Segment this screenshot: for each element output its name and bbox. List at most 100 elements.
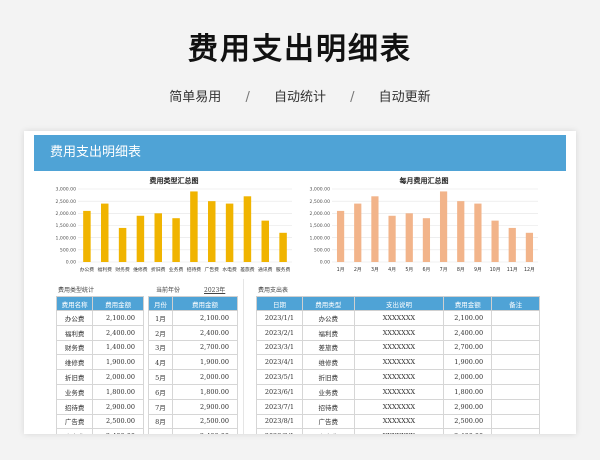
table-cell[interactable]: 2,400.00 bbox=[171, 428, 239, 434]
table-cell[interactable]: XXXXXXX bbox=[353, 428, 445, 434]
year-value[interactable]: 2023年 bbox=[204, 285, 225, 294]
table-cell[interactable]: 业务费 bbox=[55, 383, 94, 400]
table-cell[interactable]: 2,100.00 bbox=[171, 310, 239, 326]
table-cell[interactable]: 2,900.00 bbox=[443, 398, 493, 415]
table-cell[interactable]: XXXXXXX bbox=[353, 413, 445, 430]
table-cell[interactable] bbox=[491, 339, 540, 356]
table-cell[interactable]: 5月 bbox=[148, 369, 173, 385]
table-cell[interactable] bbox=[491, 369, 540, 385]
table-cell[interactable]: 2,900.00 bbox=[171, 398, 239, 415]
table-cell[interactable]: 招待费 bbox=[55, 398, 94, 415]
column-header: 费用金额 bbox=[171, 296, 239, 311]
table-cell[interactable]: XXXXXXX bbox=[353, 383, 445, 400]
table-cell[interactable]: 财务费 bbox=[55, 339, 94, 356]
table-cell[interactable]: XXXXXXX bbox=[353, 324, 445, 341]
table-cell[interactable]: 2,400.00 bbox=[443, 324, 493, 341]
table-cell[interactable]: 维修费 bbox=[55, 354, 94, 371]
table-cell[interactable]: 9月 bbox=[148, 428, 173, 434]
x-tick-label: 8月 bbox=[457, 267, 465, 273]
table-cell[interactable]: 2,700.00 bbox=[171, 339, 239, 356]
table-cell[interactable]: 2023/5/1 bbox=[256, 369, 303, 385]
bar bbox=[388, 215, 396, 262]
bar bbox=[491, 220, 499, 262]
section-divider bbox=[243, 279, 244, 434]
table-cell[interactable]: 差旅费 bbox=[301, 339, 355, 356]
table-cell[interactable]: 2,400.00 bbox=[92, 324, 144, 341]
table-cell[interactable]: 办公费 bbox=[301, 310, 355, 326]
table-cell[interactable]: 折旧费 bbox=[301, 369, 355, 385]
table-cell[interactable]: 业务费 bbox=[301, 383, 355, 400]
table-cell[interactable]: 2,400.00 bbox=[92, 428, 144, 434]
table-cell[interactable]: 2,000.00 bbox=[171, 369, 239, 385]
table-cell[interactable]: 8月 bbox=[148, 413, 173, 430]
table-cell[interactable]: 水电费 bbox=[301, 428, 355, 434]
table-cell[interactable]: 水电费 bbox=[55, 428, 94, 434]
table-cell[interactable]: 7月 bbox=[148, 398, 173, 415]
table-cell[interactable]: 2023/6/1 bbox=[256, 383, 303, 400]
table-cell[interactable]: 2,100.00 bbox=[443, 310, 493, 326]
table-row: 2023/2/1 福利费 XXXXXXX 2,400.00 bbox=[256, 324, 540, 341]
table-cell[interactable]: 2,500.00 bbox=[92, 413, 144, 430]
table-cell[interactable]: 1月 bbox=[148, 310, 173, 326]
bar bbox=[371, 196, 379, 262]
table-cell[interactable]: 1,800.00 bbox=[171, 383, 239, 400]
table-cell[interactable] bbox=[491, 398, 540, 415]
table-cell[interactable]: 2023/4/1 bbox=[256, 354, 303, 371]
table-cell[interactable]: 2023/7/1 bbox=[256, 398, 303, 415]
table-cell[interactable]: 2,000.00 bbox=[92, 369, 144, 385]
x-tick-label: 7月 bbox=[440, 267, 448, 273]
table-cell[interactable]: 1,900.00 bbox=[171, 354, 239, 371]
column-header: 支出说明 bbox=[353, 296, 445, 311]
column-header: 月份 bbox=[148, 296, 173, 311]
table-cell[interactable]: 福利费 bbox=[55, 324, 94, 341]
table-cell[interactable]: 2023/3/1 bbox=[256, 339, 303, 356]
table-cell[interactable]: 1,800.00 bbox=[92, 383, 144, 400]
table-cell[interactable]: 6月 bbox=[148, 383, 173, 400]
table-cell[interactable]: 2,400.00 bbox=[443, 428, 493, 434]
table-cell[interactable]: 维修费 bbox=[301, 354, 355, 371]
table-cell[interactable]: 2023/1/1 bbox=[256, 310, 303, 326]
table-cell[interactable]: 广告费 bbox=[301, 413, 355, 430]
table-cell[interactable]: 2月 bbox=[148, 324, 173, 341]
y-tick-label: 3,000.00 bbox=[310, 187, 331, 193]
table-row: 办公费 2,100.00 bbox=[55, 310, 144, 326]
table-cell[interactable]: 2023/2/1 bbox=[256, 324, 303, 341]
table-cell[interactable]: XXXXXXX bbox=[353, 398, 445, 415]
table-cell[interactable] bbox=[491, 324, 540, 341]
table-cell[interactable]: 2,400.00 bbox=[171, 324, 239, 341]
table-cell[interactable]: 1,900.00 bbox=[92, 354, 144, 371]
table-row: 业务费 1,800.00 bbox=[55, 383, 144, 400]
table-cell[interactable]: XXXXXXX bbox=[353, 310, 445, 326]
table-cell[interactable]: 2,700.00 bbox=[443, 339, 493, 356]
table-cell[interactable]: 1,900.00 bbox=[443, 354, 493, 371]
table-cell[interactable]: 折旧费 bbox=[55, 369, 94, 385]
table-cell[interactable]: 4月 bbox=[148, 354, 173, 371]
table-cell[interactable] bbox=[491, 310, 540, 326]
table-cell[interactable]: 2,500.00 bbox=[443, 413, 493, 430]
table-cell[interactable]: XXXXXXX bbox=[353, 339, 445, 356]
table-cell[interactable] bbox=[491, 383, 540, 400]
table-cell[interactable]: 2,000.00 bbox=[443, 369, 493, 385]
table-cell[interactable]: 办公费 bbox=[55, 310, 94, 326]
table-cell[interactable]: 广告费 bbox=[55, 413, 94, 430]
table-cell[interactable]: XXXXXXX bbox=[353, 354, 445, 371]
table-cell[interactable]: 3月 bbox=[148, 339, 173, 356]
bar bbox=[243, 196, 252, 262]
table-cell[interactable]: 2023/8/1 bbox=[256, 413, 303, 430]
table-cell[interactable]: 1,800.00 bbox=[443, 383, 493, 400]
x-tick-label: 3月 bbox=[371, 267, 379, 273]
table-cell[interactable]: 2,100.00 bbox=[92, 310, 144, 326]
table-cell[interactable]: 1,400.00 bbox=[92, 339, 144, 356]
table-cell[interactable]: XXXXXXX bbox=[353, 369, 445, 385]
bar bbox=[279, 232, 287, 262]
table-cell[interactable] bbox=[491, 354, 540, 371]
table-cell[interactable]: 2,500.00 bbox=[171, 413, 239, 430]
table-cell[interactable]: 2,900.00 bbox=[92, 398, 144, 415]
table-cell[interactable]: 2023/9/1 bbox=[256, 428, 303, 434]
table-cell[interactable]: 招待费 bbox=[301, 398, 355, 415]
table-cell[interactable] bbox=[491, 428, 540, 434]
table-cell[interactable] bbox=[491, 413, 540, 430]
table-row: 3月 2,700.00 bbox=[148, 339, 239, 356]
table-row: 4月 1,900.00 bbox=[148, 354, 239, 371]
table-cell[interactable]: 福利费 bbox=[301, 324, 355, 341]
